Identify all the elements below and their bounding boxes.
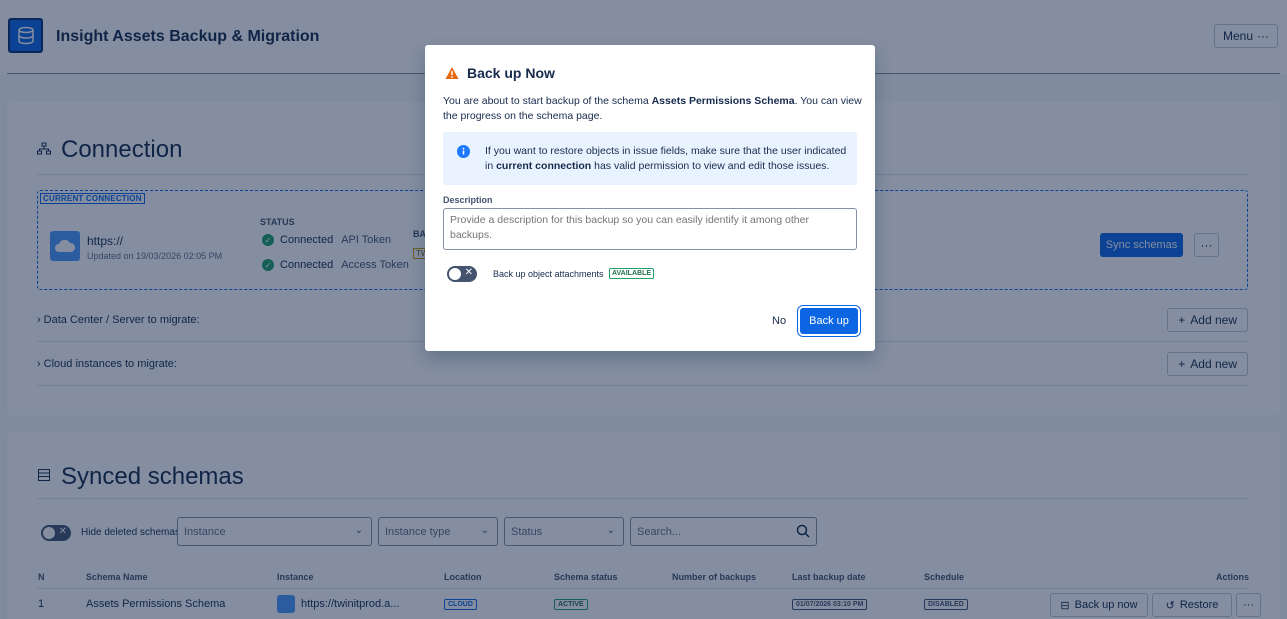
description-textarea[interactable] bbox=[443, 208, 857, 250]
modal-schema-name: Assets Permissions Schema bbox=[651, 95, 795, 107]
info-icon bbox=[457, 145, 470, 158]
close-icon: ✕ bbox=[464, 267, 473, 278]
description-label: Description bbox=[443, 195, 493, 205]
no-button[interactable]: No bbox=[768, 309, 790, 333]
warning-icon bbox=[445, 67, 459, 79]
toggle-knob bbox=[449, 268, 461, 280]
modal-text-prefix: You are about to start backup of the sch… bbox=[443, 95, 652, 107]
info-bold: current connection bbox=[496, 160, 592, 172]
info-text: If you want to restore objects in issue … bbox=[485, 144, 855, 174]
backup-now-modal: Back up Now You are about to start backu… bbox=[425, 45, 875, 351]
info-panel: If you want to restore objects in issue … bbox=[443, 132, 857, 185]
info-suffix: has valid permission to view and edit th… bbox=[591, 160, 830, 172]
available-badge: AVAILABLE bbox=[609, 268, 655, 279]
modal-title: Back up Now bbox=[467, 65, 555, 81]
attachments-label: Back up object attachments bbox=[493, 269, 604, 279]
back-up-button[interactable]: Back up bbox=[800, 308, 858, 334]
modal-description: You are about to start backup of the sch… bbox=[443, 94, 863, 124]
attachments-toggle[interactable]: ✕ bbox=[447, 266, 477, 282]
